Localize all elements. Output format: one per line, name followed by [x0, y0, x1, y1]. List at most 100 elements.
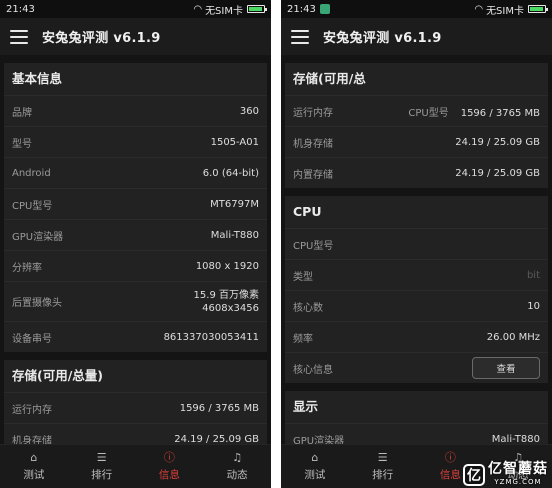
- info-row-cores: 核心数 10: [285, 290, 548, 321]
- left-screen: 21:43 ◠ 无SIM卡 安兔兔评测 v6.1.9 基本信息 品牌 360 型…: [0, 0, 271, 488]
- screen-divider: [271, 0, 281, 488]
- notification-icon: [319, 4, 330, 14]
- nav-item-test[interactable]: ⌂ 测试: [0, 445, 68, 488]
- info-row-core-info: 核心信息 查看: [285, 352, 548, 383]
- camera-megapixels: 15.9 百万像素: [193, 289, 259, 301]
- app-bar: 安兔兔评测 v6.1.9: [281, 18, 552, 55]
- info-row-resolution: 分辨率 1080 x 1920: [4, 250, 267, 281]
- nav-item-news[interactable]: ♫ 动态: [203, 445, 271, 488]
- app-title: 安兔兔评测 v6.1.9: [42, 31, 161, 46]
- row-label: 频率: [293, 333, 313, 345]
- sim-status: 无SIM卡: [205, 5, 243, 17]
- camera-resolution: 4608x3456: [202, 302, 259, 314]
- list-icon: ☰: [96, 451, 107, 464]
- row-value: 10: [527, 300, 540, 312]
- row-value: 26.00 MHz: [486, 331, 540, 343]
- cpu-card: CPU CPU型号 类型 bit 核心数 10 频率 26.00 MHz 核心信…: [285, 196, 548, 383]
- row-label: 运行内存: [293, 107, 333, 119]
- ram-value: 1596 / 3765 MB: [460, 107, 540, 119]
- row-value: 1596 / 3765 MB: [179, 402, 259, 414]
- info-row-cpu-type: 类型 bit: [285, 259, 548, 290]
- view-button[interactable]: 查看: [472, 357, 540, 379]
- nav-label: 动态: [226, 469, 248, 481]
- info-content[interactable]: 基本信息 品牌 360 型号 1505-A01 Android 6.0 (64-…: [0, 55, 271, 445]
- row-value: 6.0 (64-bit): [202, 167, 259, 179]
- nav-item-info[interactable]: ⓘ 信息: [136, 445, 204, 488]
- storage-card: 存储(可用/总量) 运行内存 1596 / 3765 MB 机身存储 24.19…: [4, 360, 267, 445]
- info-row-android: Android 6.0 (64-bit): [4, 157, 267, 188]
- status-time: 21:43: [6, 3, 35, 15]
- info-row-storage: 机身存储 24.19 / 25.09 GB: [285, 126, 548, 157]
- row-value: 24.19 / 25.09 GB: [455, 167, 540, 179]
- card-title: 存储(可用/总: [293, 71, 366, 86]
- info-row-ram: 运行内存 1596 / 3765 MB: [4, 392, 267, 423]
- row-value: 24.19 / 25.09 GB: [455, 136, 540, 148]
- home-icon: ⌂: [311, 451, 319, 464]
- info-row-storage: 机身存储 24.19 / 25.09 GB: [4, 423, 267, 445]
- nav-label: 排行: [91, 469, 113, 481]
- storage-card: 存储(可用/总 运行内存 CPU型号 1596 / 3765 MB 机身存储 24…: [285, 63, 548, 188]
- row-value: Mali-T880: [491, 433, 540, 445]
- wifi-icon: ◠: [193, 3, 203, 15]
- info-row-gpu: GPU渲染器 Mali-T880: [4, 219, 267, 250]
- nav-label: 测试: [304, 469, 326, 481]
- row-label: 内置存储: [293, 169, 333, 181]
- overlay-label: CPU型号: [408, 107, 449, 119]
- info-content[interactable]: 存储(可用/总 运行内存 CPU型号 1596 / 3765 MB 机身存储 24…: [281, 55, 552, 445]
- row-value: 360: [239, 105, 259, 117]
- card-title: 基本信息: [12, 71, 63, 86]
- row-label: 型号: [12, 138, 32, 150]
- info-row-cpu: CPU型号 MT6797M: [4, 188, 267, 219]
- menu-icon[interactable]: [10, 29, 28, 44]
- row-value: 15.9 百万像素 4608x3456: [194, 289, 259, 315]
- status-bar: 21:43 ◠ 无SIM卡: [281, 0, 552, 18]
- nav-label: 排行: [372, 469, 394, 481]
- watermark: 亿 亿智蘑菇 YZMG.COM: [463, 458, 548, 486]
- info-row-ram: 运行内存 CPU型号 1596 / 3765 MB: [285, 95, 548, 126]
- row-label: 机身存储: [293, 138, 333, 150]
- row-label: 运行内存: [12, 404, 52, 416]
- app-title: 安兔兔评测 v6.1.9: [323, 31, 442, 46]
- nav-item-rank[interactable]: ☰ 排行: [68, 445, 136, 488]
- nav-item-rank[interactable]: ☰ 排行: [349, 445, 417, 488]
- bottom-nav: ⌂ 测试 ☰ 排行 ⓘ 信息 ♫ 动态: [0, 444, 271, 488]
- app-bar: 安兔兔评测 v6.1.9: [0, 18, 271, 55]
- watermark-name: 亿智蘑菇: [488, 461, 548, 477]
- info-row-model: 型号 1505-A01: [4, 126, 267, 157]
- row-label: 后置摄像头: [12, 298, 62, 309]
- status-bar: 21:43 ◠ 无SIM卡: [0, 0, 271, 18]
- row-label: 品牌: [12, 107, 32, 119]
- nav-item-test[interactable]: ⌂ 测试: [281, 445, 349, 488]
- row-label: 类型: [293, 271, 313, 283]
- home-icon: ⌂: [30, 451, 38, 464]
- row-label: CPU型号: [12, 200, 53, 212]
- row-label: 核心信息: [293, 364, 333, 376]
- wifi-icon: ◠: [474, 3, 484, 15]
- menu-icon[interactable]: [291, 29, 309, 44]
- bell-icon: ♫: [232, 451, 243, 464]
- row-label: GPU渲染器: [12, 231, 64, 243]
- watermark-logo-icon: 亿: [463, 464, 485, 486]
- info-row-brand: 品牌 360: [4, 95, 267, 126]
- battery-icon: [247, 5, 267, 13]
- card-title: 存储(可用/总量): [12, 368, 103, 383]
- row-value: 1505-A01: [210, 136, 259, 148]
- info-icon: ⓘ: [163, 451, 175, 464]
- card-title: 显示: [293, 399, 319, 414]
- row-label: Android: [12, 167, 51, 179]
- basic-info-card: 基本信息 品牌 360 型号 1505-A01 Android 6.0 (64-…: [4, 63, 267, 352]
- row-label: 核心数: [293, 302, 323, 314]
- battery-icon: [528, 5, 548, 13]
- status-time: 21:43: [287, 3, 316, 15]
- display-card: 显示 GPU渲染器 Mali-T880: [285, 391, 548, 445]
- list-icon: ☰: [377, 451, 388, 464]
- row-value: 1080 x 1920: [195, 260, 259, 272]
- row-value: Mali-T880: [210, 229, 259, 241]
- sim-status: 无SIM卡: [486, 5, 524, 17]
- info-row-rear-camera: 后置摄像头 15.9 百万像素 4608x3456: [4, 281, 267, 321]
- watermark-url: YZMG.COM: [494, 478, 542, 486]
- info-icon: ⓘ: [444, 451, 456, 464]
- row-label: 设备串号: [12, 333, 52, 345]
- nav-label: 信息: [439, 469, 461, 481]
- nav-label: 信息: [158, 469, 180, 481]
